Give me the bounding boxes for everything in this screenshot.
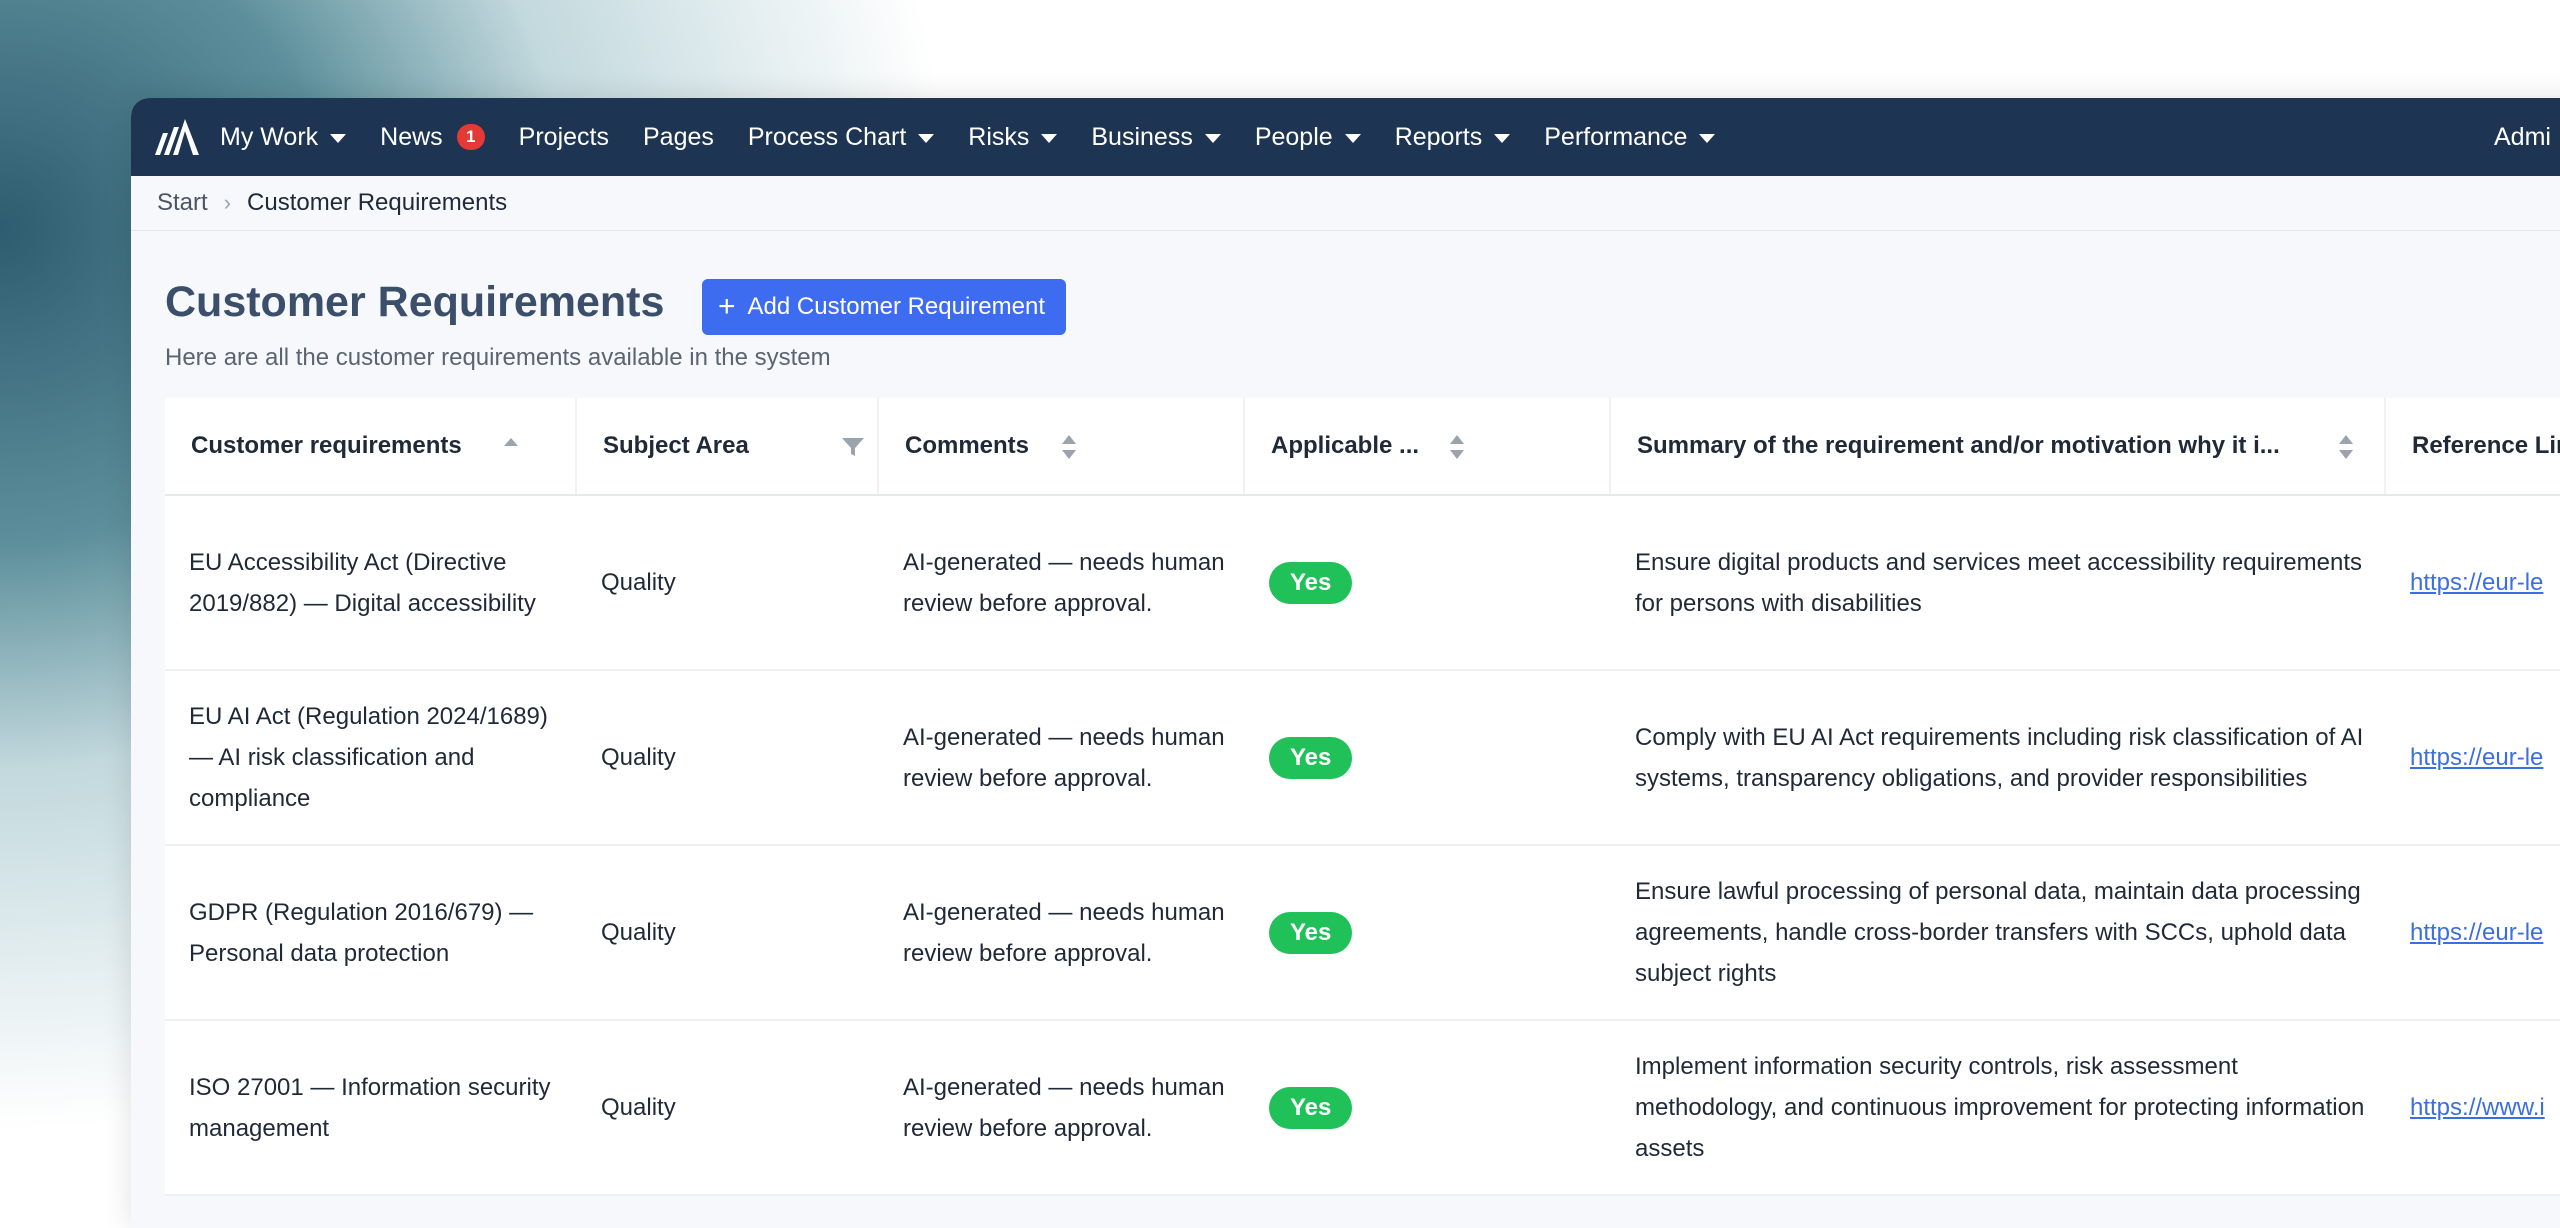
cell-summary: Ensure digital products and services mee…: [1635, 548, 2362, 617]
app-window: My Work News 1 Projects Pages Process Ch…: [131, 98, 2560, 1228]
nav-risks-label: Risks: [968, 122, 1030, 151]
cell-requirement: ISO 27001 — Information security managem…: [189, 1073, 551, 1142]
add-button-label: Add Customer Requirement: [747, 293, 1045, 320]
nav-people-label: People: [1254, 122, 1333, 151]
column-label: Subject Area: [603, 432, 749, 459]
page-title: Customer Requirements: [165, 278, 665, 326]
cell-reference: https://eur-le: [2386, 496, 2560, 669]
nav-admin[interactable]: Admi: [2494, 98, 2551, 176]
caret-down-icon: [1204, 133, 1221, 143]
table-header: Customer requirements Subject Area Comme…: [165, 398, 2560, 496]
column-label: Reference Lin: [2412, 432, 2560, 459]
cell-summary: Ensure lawful processing of personal dat…: [1635, 878, 2361, 987]
cell-applicable: Yes: [1245, 1021, 1611, 1194]
filter-icon[interactable]: [841, 436, 865, 458]
nav-business-label: Business: [1091, 122, 1193, 151]
cell-applicable: Yes: [1245, 671, 1611, 844]
nav-admin-label: Admi: [2494, 122, 2551, 151]
cell-summary: Implement information security controls,…: [1635, 1053, 2365, 1162]
column-label: Summary of the requirement and/or motiva…: [1637, 432, 2280, 459]
table-row[interactable]: EU Accessibility Act (Directive 2019/882…: [165, 496, 2560, 671]
nav-my-work[interactable]: My Work: [220, 98, 347, 176]
top-navbar: My Work News 1 Projects Pages Process Ch…: [131, 98, 2560, 176]
nav-people[interactable]: People: [1255, 98, 1361, 176]
plus-icon: +: [718, 290, 736, 323]
cell-subject-area: Quality: [601, 569, 676, 596]
cell-requirement: EU Accessibility Act (Directive 2019/882…: [189, 548, 536, 617]
cell-reference: https://eur-le: [2386, 671, 2560, 844]
nav-reports[interactable]: Reports: [1395, 98, 1511, 176]
chevron-right-icon: ›: [223, 190, 232, 215]
cell-applicable: Yes: [1245, 846, 1611, 1019]
sort-icon[interactable]: [2338, 434, 2354, 460]
table-row[interactable]: EU AI Act (Regulation 2024/1689) — AI ri…: [165, 671, 2560, 846]
column-header-reference-link[interactable]: Reference Lin: [2386, 398, 2560, 494]
nav-projects[interactable]: Projects: [519, 98, 609, 176]
nav-performance[interactable]: Performance: [1544, 98, 1716, 176]
cell-comments: AI-generated — needs human review before…: [903, 898, 1225, 967]
nav-reports-label: Reports: [1394, 122, 1483, 151]
nav-my-work-label: My Work: [220, 122, 319, 151]
caret-down-icon: [1041, 133, 1058, 143]
cell-subject-area: Quality: [601, 1094, 676, 1121]
column-label: Customer requirements: [191, 432, 462, 459]
status-badge: Yes: [1269, 736, 1353, 779]
column-header-customer-requirements[interactable]: Customer requirements: [165, 398, 577, 494]
sort-icon[interactable]: [1449, 434, 1465, 460]
breadcrumb: Start › Customer Requirements: [131, 176, 2560, 231]
cell-comments: AI-generated — needs human review before…: [903, 1073, 1225, 1142]
column-header-summary[interactable]: Summary of the requirement and/or motiva…: [1611, 398, 2386, 494]
cell-reference: https://eur-le: [2386, 846, 2560, 1019]
cell-summary: Comply with EU AI Act requirements inclu…: [1635, 723, 2364, 792]
nav-risks[interactable]: Risks: [968, 98, 1058, 176]
nav-pages[interactable]: Pages: [643, 98, 714, 176]
breadcrumb-start-link[interactable]: Start: [157, 189, 208, 217]
table-row[interactable]: ISO 27001 — Information security managem…: [165, 1021, 2560, 1196]
cell-reference: https://www.i: [2386, 1021, 2560, 1194]
reference-link[interactable]: https://eur-le: [2410, 912, 2543, 953]
column-header-subject-area[interactable]: Subject Area: [577, 398, 879, 494]
column-label: Applicable ...: [1271, 432, 1420, 459]
status-badge: Yes: [1269, 561, 1353, 604]
cell-applicable: Yes: [1245, 496, 1611, 669]
status-badge: Yes: [1269, 911, 1353, 954]
caret-down-icon: [1494, 133, 1511, 143]
status-badge: Yes: [1269, 1086, 1353, 1129]
nav-news-label: News: [380, 122, 443, 151]
caret-down-icon: [918, 133, 935, 143]
cell-subject-area: Quality: [601, 919, 676, 946]
nav-pages-label: Pages: [642, 122, 714, 151]
column-label: Comments: [905, 432, 1030, 459]
cell-comments: AI-generated — needs human review before…: [903, 548, 1225, 617]
reference-link[interactable]: https://eur-le: [2410, 562, 2543, 603]
caret-down-icon: [1699, 133, 1716, 143]
reference-link[interactable]: https://eur-le: [2410, 737, 2543, 778]
page-subtitle: Here are all the customer requirements a…: [165, 344, 831, 371]
nav-projects-label: Projects: [518, 122, 609, 151]
caret-down-icon: [1344, 133, 1361, 143]
table-row[interactable]: GDPR (Regulation 2016/679) — Personal da…: [165, 846, 2560, 1021]
caret-down-icon: [330, 133, 347, 143]
nav-process-chart-label: Process Chart: [747, 122, 907, 151]
sort-ascending-icon[interactable]: [503, 434, 519, 460]
stacked-bars-logo-icon[interactable]: [148, 108, 206, 166]
sort-icon[interactable]: [1061, 434, 1077, 460]
reference-link[interactable]: https://www.i: [2410, 1087, 2545, 1128]
breadcrumb-current: Customer Requirements: [247, 189, 508, 216]
nav-news[interactable]: News 1: [380, 98, 485, 176]
nav-performance-label: Performance: [1544, 122, 1688, 151]
requirements-table: Customer requirements Subject Area Comme…: [165, 398, 2560, 1196]
cell-comments: AI-generated — needs human review before…: [903, 723, 1225, 792]
nav-process-chart[interactable]: Process Chart: [747, 98, 935, 176]
cell-requirement: GDPR (Regulation 2016/679) — Personal da…: [189, 898, 534, 967]
column-header-comments[interactable]: Comments: [879, 398, 1245, 494]
add-customer-requirement-button[interactable]: + Add Customer Requirement: [702, 279, 1066, 335]
news-count-badge: 1: [456, 124, 485, 150]
cell-subject-area: Quality: [601, 744, 676, 771]
cell-requirement: EU AI Act (Regulation 2024/1689) — AI ri…: [189, 703, 548, 812]
column-header-applicable[interactable]: Applicable ...: [1245, 398, 1611, 494]
nav-business[interactable]: Business: [1091, 98, 1221, 176]
